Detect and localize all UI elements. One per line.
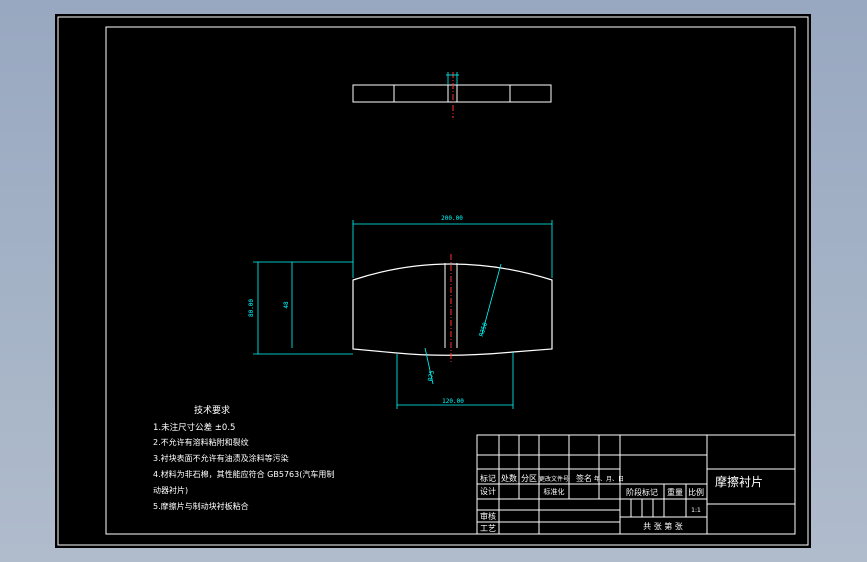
tech-item: 动器衬片) bbox=[153, 485, 188, 495]
tb-label-scale: 比例 bbox=[688, 487, 704, 497]
tech-item: 1.未注尺寸公差 ±0.5 bbox=[153, 422, 235, 433]
tb-label-design: 设计 bbox=[480, 486, 496, 496]
tech-item: 2.不允许有溶料粘附和裂纹 bbox=[153, 437, 249, 447]
tb-label-mark: 标记 bbox=[480, 473, 496, 483]
tb-label-change-doc: 更改文件号 bbox=[539, 475, 569, 483]
tech-heading: 技术要求 bbox=[194, 404, 230, 416]
tb-label-signature: 签名 bbox=[576, 473, 592, 483]
dim-top-width: 200.00 bbox=[441, 215, 463, 222]
cad-viewport[interactable]: 200.00 80.00 48 R350 120.00 R75 技术要求 1.未… bbox=[0, 0, 867, 562]
tb-sheet-count: 共 张 第 张 bbox=[643, 521, 683, 531]
drawing-title: 摩擦衬片 bbox=[715, 474, 763, 489]
drawing-sheet: 200.00 80.00 48 R350 120.00 R75 技术要求 1.未… bbox=[55, 14, 811, 548]
tb-label-standardize: 标准化 bbox=[544, 487, 565, 496]
tech-item: 3.衬块表面不允许有油渍及涂料等污染 bbox=[153, 453, 289, 463]
tb-label-review: 审核 bbox=[480, 511, 496, 521]
tb-label-date: 年、月、日 bbox=[594, 475, 624, 483]
dim-arc-radius: R350 bbox=[478, 321, 489, 337]
title-block-text: 标记 处数 分区 更改文件号 签名 年、月、日 设计 标准化 审核 工艺 阶段标… bbox=[480, 473, 763, 533]
dim-height-inner: 48 bbox=[283, 301, 290, 309]
tb-label-zone: 分区 bbox=[521, 474, 537, 483]
tb-label-stage: 阶段标记 bbox=[626, 487, 658, 497]
tb-scale-value: 1:1 bbox=[691, 507, 701, 514]
front-view: 200.00 80.00 48 R350 120.00 R75 bbox=[248, 215, 553, 409]
tb-label-process: 工艺 bbox=[480, 524, 496, 533]
dim-bottom-radius: R75 bbox=[427, 369, 436, 381]
drawing-canvas: 200.00 80.00 48 R350 120.00 R75 技术要求 1.未… bbox=[57, 16, 809, 546]
dim-bottom-width: 120.00 bbox=[442, 398, 464, 405]
dim-height-outer: 80.00 bbox=[248, 299, 255, 317]
pad-outline bbox=[352, 263, 553, 356]
top-view bbox=[352, 72, 552, 118]
tb-label-weight: 重量 bbox=[667, 487, 683, 497]
tech-item: 5.摩擦片与制动块衬板粘合 bbox=[153, 501, 249, 511]
technical-requirements: 技术要求 1.未注尺寸公差 ±0.5 2.不允许有溶料粘附和裂纹 3.衬块表面不… bbox=[153, 404, 334, 511]
tb-label-count: 处数 bbox=[501, 473, 517, 483]
tech-item: 4.材料为非石棉，其性能应符合 GB5763(汽车用制 bbox=[153, 469, 334, 479]
outer-frame bbox=[57, 16, 809, 546]
